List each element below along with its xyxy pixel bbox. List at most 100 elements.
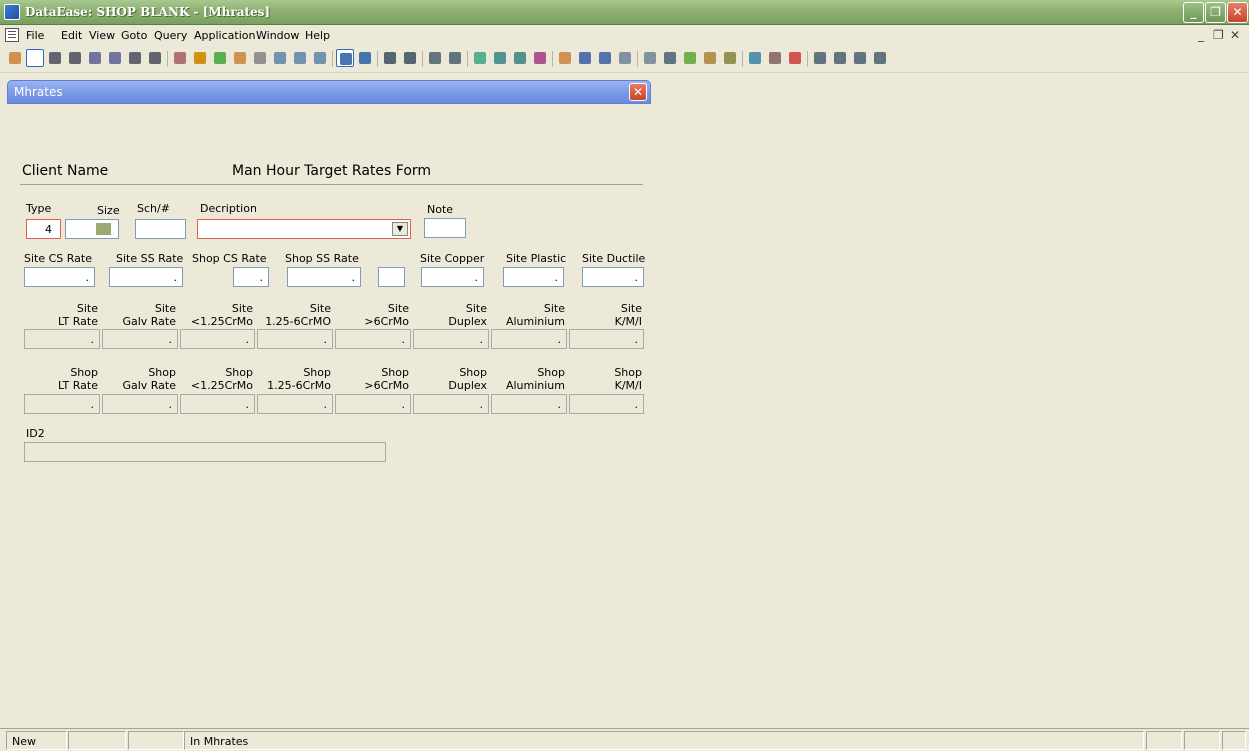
db-icon[interactable] bbox=[766, 49, 784, 67]
shop-rate-label-line1: Shop bbox=[303, 366, 331, 379]
type-field[interactable]: 4 bbox=[26, 219, 61, 239]
shop-ss-rate-field[interactable]: . bbox=[287, 267, 361, 287]
copy-doc-icon[interactable] bbox=[616, 49, 634, 67]
prev-record-icon[interactable] bbox=[86, 49, 104, 67]
print-icon[interactable] bbox=[381, 49, 399, 67]
mdi-close-button[interactable]: ✕ bbox=[1230, 28, 1240, 42]
settings-icon[interactable] bbox=[721, 49, 739, 67]
table-view-icon[interactable] bbox=[356, 49, 374, 67]
shop-rate-field[interactable]: . bbox=[24, 394, 100, 414]
dataease-app-icon[interactable] bbox=[4, 4, 20, 20]
zoom-in-icon[interactable] bbox=[446, 49, 464, 67]
site-rate-field[interactable]: . bbox=[102, 329, 178, 349]
shop-rate-field[interactable]: . bbox=[413, 394, 489, 414]
cut-icon[interactable] bbox=[271, 49, 289, 67]
paste-icon[interactable] bbox=[311, 49, 329, 67]
zoom-out-icon[interactable] bbox=[426, 49, 444, 67]
mdi-restore-button[interactable]: ❐ bbox=[1213, 28, 1224, 42]
document-menu-icon[interactable] bbox=[5, 28, 19, 42]
chevron-down-icon[interactable]: ▼ bbox=[392, 222, 408, 236]
graph-icon[interactable] bbox=[681, 49, 699, 67]
menu-query[interactable]: Query bbox=[154, 29, 187, 42]
status-pane-2 bbox=[68, 731, 126, 750]
layout-icon[interactable] bbox=[871, 49, 889, 67]
pencil-icon[interactable] bbox=[556, 49, 574, 67]
menu-bar: File Edit View Goto Query Application Wi… bbox=[0, 25, 1249, 45]
form-close-button[interactable]: ✕ bbox=[629, 83, 647, 101]
last-record-icon[interactable] bbox=[146, 49, 164, 67]
status-message: In Mhrates bbox=[184, 731, 1144, 750]
shop-rate-label-line2: <1.25CrMo bbox=[190, 379, 253, 392]
form-view-icon[interactable] bbox=[336, 49, 354, 67]
next-record-icon[interactable] bbox=[106, 49, 124, 67]
site-rate-label-line1: Site bbox=[309, 302, 331, 315]
close-button[interactable]: ✕ bbox=[1227, 2, 1248, 23]
clipboard-icon[interactable] bbox=[701, 49, 719, 67]
tool-icon[interactable] bbox=[6, 49, 24, 67]
menu-view[interactable]: View bbox=[89, 29, 115, 42]
tag-icon[interactable] bbox=[531, 49, 549, 67]
shop-rate-field[interactable]: . bbox=[569, 394, 644, 414]
copy-icon[interactable] bbox=[291, 49, 309, 67]
unlabeled-rate-field[interactable] bbox=[378, 267, 405, 287]
sch-field[interactable] bbox=[135, 219, 186, 239]
description-dropdown[interactable]: ▼ bbox=[197, 219, 411, 239]
query-icon[interactable] bbox=[211, 49, 229, 67]
site-copper-field[interactable]: . bbox=[421, 267, 484, 287]
first-record-icon[interactable] bbox=[46, 49, 64, 67]
mdi-minimize-button[interactable]: _ bbox=[1198, 28, 1204, 42]
shop-rate-label-line1: Shop bbox=[614, 366, 642, 379]
properties-icon[interactable] bbox=[851, 49, 869, 67]
shop-rate-field[interactable]: . bbox=[257, 394, 333, 414]
site-rate-field[interactable]: . bbox=[413, 329, 489, 349]
next-page-icon[interactable] bbox=[126, 49, 144, 67]
shop-rate-field[interactable]: . bbox=[335, 394, 411, 414]
menu-file[interactable]: File bbox=[26, 29, 44, 42]
edit-icon[interactable] bbox=[471, 49, 489, 67]
shop-rate-field[interactable]: . bbox=[180, 394, 255, 414]
minimize-button[interactable]: _ bbox=[1183, 2, 1204, 23]
menu-goto[interactable]: Goto bbox=[121, 29, 147, 42]
site-rate-field[interactable]: . bbox=[335, 329, 411, 349]
shop-rate-field[interactable]: . bbox=[491, 394, 567, 414]
paste-doc-icon[interactable] bbox=[641, 49, 659, 67]
note-field[interactable] bbox=[424, 218, 466, 238]
site-ss-rate-field[interactable]: . bbox=[109, 267, 183, 287]
clear-icon[interactable] bbox=[251, 49, 269, 67]
site-cs-rate-field[interactable]: . bbox=[24, 267, 95, 287]
site-rate-label-line1: Site bbox=[76, 302, 98, 315]
report-icon[interactable] bbox=[401, 49, 419, 67]
site-rate-field[interactable]: . bbox=[257, 329, 333, 349]
help-icon[interactable] bbox=[596, 49, 614, 67]
scissors-icon[interactable] bbox=[661, 49, 679, 67]
site-rate-field[interactable]: . bbox=[180, 329, 255, 349]
menu-window[interactable]: Window bbox=[256, 29, 299, 42]
shop-cs-rate-field[interactable]: . bbox=[233, 267, 269, 287]
site-rate-label-line1: Site bbox=[620, 302, 642, 315]
shop-rate-label-line1: Shop bbox=[70, 366, 98, 379]
modify-icon[interactable] bbox=[191, 49, 209, 67]
site-rate-field[interactable]: . bbox=[24, 329, 100, 349]
shop-rate-field[interactable]: . bbox=[102, 394, 178, 414]
size-field[interactable] bbox=[65, 219, 119, 239]
user-icon[interactable] bbox=[576, 49, 594, 67]
site-rate-field[interactable]: . bbox=[491, 329, 567, 349]
prev-page-icon[interactable] bbox=[66, 49, 84, 67]
record-icon[interactable] bbox=[491, 49, 509, 67]
link-icon[interactable] bbox=[786, 49, 804, 67]
site-rate-field[interactable]: . bbox=[569, 329, 644, 349]
restore-button[interactable]: ❐ bbox=[1205, 2, 1226, 23]
find-icon[interactable] bbox=[511, 49, 529, 67]
menu-application[interactable]: Application bbox=[194, 29, 255, 42]
save-record-icon[interactable] bbox=[171, 49, 189, 67]
site-ductile-field[interactable]: . bbox=[582, 267, 644, 287]
site-plastic-field[interactable]: . bbox=[503, 267, 564, 287]
menu-help[interactable]: Help bbox=[305, 29, 330, 42]
filter-apply-icon[interactable] bbox=[831, 49, 849, 67]
new-record-icon[interactable] bbox=[26, 49, 44, 67]
menu-edit[interactable]: Edit bbox=[61, 29, 82, 42]
wizard-icon[interactable] bbox=[746, 49, 764, 67]
sort-icon[interactable] bbox=[231, 49, 249, 67]
filter-icon[interactable] bbox=[811, 49, 829, 67]
toolbar-separator bbox=[167, 51, 168, 67]
